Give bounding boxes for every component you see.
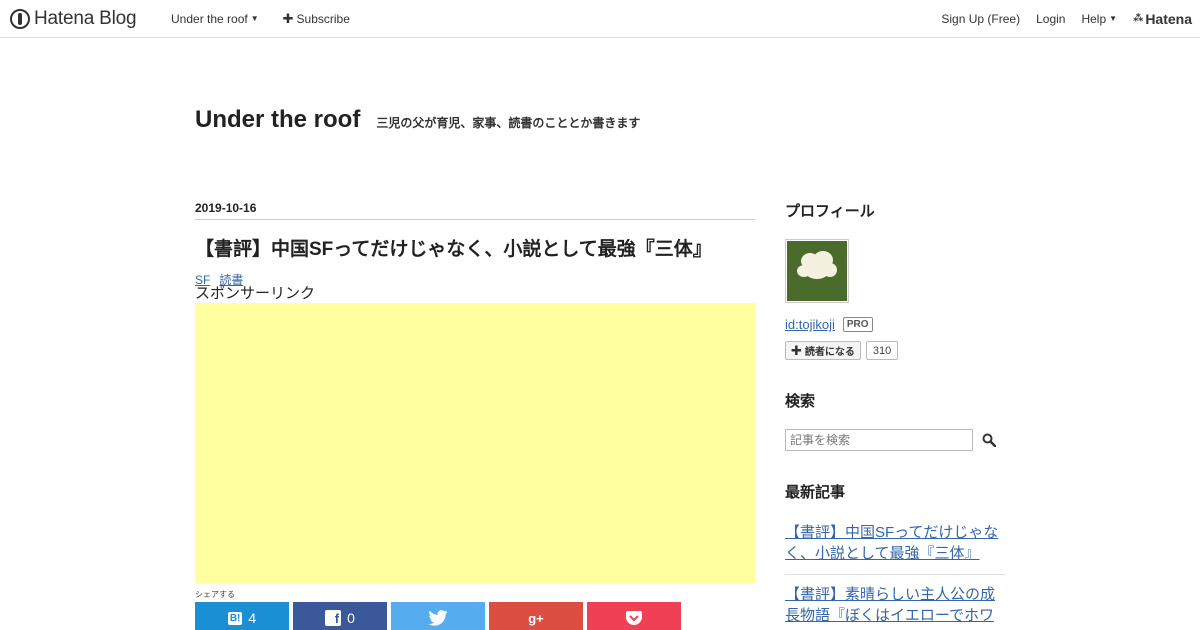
plus-icon: ✚: [282, 10, 294, 26]
subscribe-label: Subscribe: [296, 11, 350, 26]
entry-date: 2019-10-16: [195, 201, 755, 220]
recent-entries-heading: 最新記事: [785, 484, 846, 501]
help-label: Help: [1081, 11, 1107, 26]
hatena-mark-icon: ⁂: [1133, 13, 1143, 24]
follow-button[interactable]: ✚ 読者になる: [785, 341, 861, 360]
hatena-brand-label: Hatena: [1145, 10, 1192, 27]
flower-shape: [797, 265, 811, 277]
facebook-icon: f: [325, 610, 342, 626]
hatena-blog-logo[interactable]: Hatena Blog: [10, 7, 137, 31]
recent-entries-list: 【書評】中国SFってだけじゃなく、小説として最強『三体』 【書評】素晴らしい主人…: [785, 522, 1005, 630]
hatena-bookmark-share-button[interactable]: B! 4: [195, 602, 289, 630]
hatena-brand-link[interactable]: ⁂ Hatena: [1133, 11, 1192, 27]
flower-shape: [823, 263, 837, 277]
profile-avatar[interactable]: [785, 239, 849, 303]
blog-menu-label: Under the roof: [171, 11, 248, 26]
global-header: Hatena Blog Under the roof ▼ ✚ Subscribe…: [0, 0, 1200, 38]
search-input[interactable]: [785, 429, 973, 451]
profile-id-row: id:tojikoji PRO: [785, 317, 1005, 332]
profile-id-link[interactable]: id:tojikoji: [785, 317, 835, 332]
follower-count: 310: [865, 341, 899, 360]
plus-icon: ✚: [791, 342, 802, 358]
google-plus-icon: g+: [528, 610, 544, 626]
search-heading: 検索: [785, 393, 816, 410]
pro-badge: PRO: [842, 317, 873, 332]
blog-menu-dropdown[interactable]: Under the roof ▼: [171, 12, 259, 26]
sponsor-label: スポンサーリンク: [195, 285, 316, 302]
blog-title[interactable]: Under the roof: [195, 106, 360, 134]
ad-placeholder[interactable]: [195, 303, 755, 583]
entry-main: 2019-10-16 【書評】中国SFってだけじゃなく、小説として最強『三体』 …: [195, 201, 755, 630]
blog-description: 三児の父が育児、家事、読書のこととか書きます: [376, 116, 641, 130]
twitter-bird-icon: [428, 610, 448, 626]
help-dropdown[interactable]: Help ▼: [1081, 12, 1117, 26]
pocket-share-button[interactable]: [587, 602, 681, 630]
search-icon: [982, 433, 996, 447]
share-label: シェアする: [195, 590, 235, 599]
caret-down-icon: ▼: [250, 14, 259, 23]
global-header-left: Under the roof ▼ ✚ Subscribe: [171, 0, 350, 37]
recent-entry-link[interactable]: 【書評】中国SFってだけじゃなく、小説として最強『三体』: [785, 524, 998, 562]
search-row: [785, 429, 1005, 451]
facebook-share-button[interactable]: f 0: [293, 602, 387, 630]
pocket-icon: [626, 610, 642, 625]
subscribe-button[interactable]: ✚ Subscribe: [283, 11, 350, 27]
hatena-blog-logo-icon: [10, 9, 30, 29]
list-item: 【書評】素晴らしい主人公の成長物語『ぼくはイエローでホワ: [785, 575, 1005, 630]
login-link[interactable]: Login: [1036, 12, 1065, 26]
facebook-count: 0: [347, 610, 355, 626]
list-item: 【書評】中国SFってだけじゃなく、小説として最強『三体』: [785, 522, 1005, 575]
sidebar: プロフィール id:tojikoji PRO ✚ 読者になる 310 検索 最新…: [785, 200, 1005, 630]
logo-text: Hatena Blog: [34, 8, 137, 29]
profile-heading: プロフィール: [785, 203, 875, 220]
signup-link[interactable]: Sign Up (Free): [941, 12, 1020, 26]
hatena-bookmark-count: 4: [248, 610, 257, 626]
global-header-right: Sign Up (Free) Login Help ▼ ⁂ Hatena: [941, 0, 1192, 37]
blog-title-area: Under the roof 三児の父が育児、家事、読書のこととか書きます: [195, 106, 640, 134]
caret-down-icon: ▼: [1109, 14, 1118, 23]
twitter-share-button[interactable]: [391, 602, 485, 630]
entry-title[interactable]: 【書評】中国SFってだけじゃなく、小説として最強『三体』: [195, 236, 755, 264]
search-button[interactable]: [981, 432, 997, 448]
hatena-bookmark-icon: B!: [227, 611, 243, 625]
share-buttons: B! 4 f 0 g+: [195, 602, 755, 630]
recent-entry-link[interactable]: 【書評】素晴らしい主人公の成長物語『ぼくはイエローでホワ: [785, 586, 995, 624]
google-plus-share-button[interactable]: g+: [489, 602, 583, 630]
follow-row: ✚ 読者になる 310: [785, 341, 1005, 360]
avatar-image: [787, 241, 847, 301]
follow-label: 読者になる: [804, 347, 855, 358]
